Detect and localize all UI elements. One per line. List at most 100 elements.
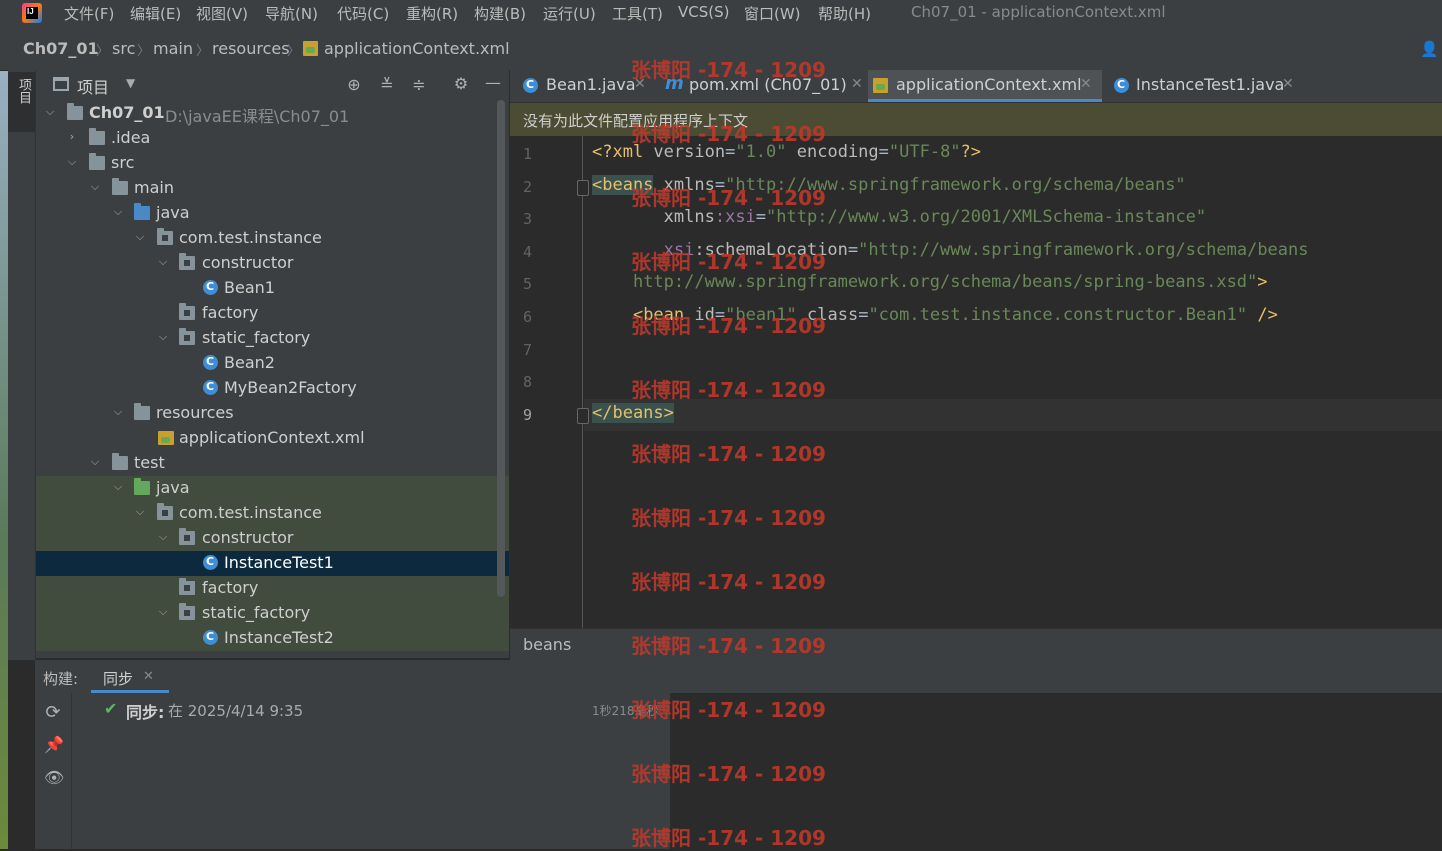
chevron-down-icon[interactable]: ⌵ — [89, 456, 101, 468]
close-icon[interactable]: ✕ — [1080, 76, 1092, 92]
menu-run[interactable]: 运行(U) — [543, 3, 596, 24]
build-output[interactable] — [670, 693, 1442, 849]
tree-item-mybean2factory[interactable]: MyBean2Factory — [36, 376, 509, 401]
tree-item-test-static-factory[interactable]: ⌵ static_factory — [36, 601, 509, 626]
tab-label: applicationContext.xml — [896, 75, 1082, 94]
editor-tab-bar: Bean1.java ✕ m pom.xml (Ch07_01) ✕ appli… — [510, 70, 1442, 103]
tool-window-strip: 项目 — [8, 70, 36, 660]
menu-navigate[interactable]: 导航(N) — [265, 3, 318, 24]
tree-item-main-static-factory[interactable]: ⌵ static_factory — [36, 326, 509, 351]
chevron-down-icon[interactable]: ⌵ — [112, 406, 124, 418]
tree-item-main[interactable]: ⌵ main — [36, 176, 509, 201]
breadcrumb-file[interactable]: applicationContext.xml — [324, 39, 510, 58]
project-tool-tab[interactable]: 项目 — [8, 72, 35, 132]
tab-sync[interactable]: 同步 ✕ — [91, 660, 169, 693]
tree-item-test[interactable]: ⌵ test — [36, 451, 509, 476]
chevron-down-icon[interactable]: ⌵ — [157, 256, 169, 268]
code-token: xmlns — [663, 207, 715, 228]
chevron-right-icon[interactable]: › — [66, 131, 78, 143]
close-icon[interactable]: ✕ — [634, 76, 646, 92]
refresh-icon[interactable]: ⟳ — [44, 704, 62, 722]
tree-item-main-constructor[interactable]: ⌵ constructor — [36, 251, 509, 276]
package-icon — [157, 503, 173, 520]
chevron-down-icon[interactable]: ⌵ — [112, 206, 124, 218]
code-token: encoding — [786, 142, 879, 162]
chevron-down-icon[interactable]: ⌵ — [112, 481, 124, 493]
code-token: "http://www.w3.org/2001/XMLSchema-instan… — [766, 207, 1207, 228]
menu-edit[interactable]: 编辑(E) — [130, 3, 181, 24]
chevron-down-icon[interactable]: ⌵ — [157, 331, 169, 343]
editor-breadcrumb-item[interactable]: beans — [523, 635, 571, 654]
locate-icon[interactable]: ⊕ — [345, 76, 363, 94]
menu-vcs[interactable]: VCS(S) — [678, 3, 729, 21]
tree-item-project-root[interactable]: ⌵ Ch07_01 D:\javaEE课程\Ch07_01 — [36, 101, 509, 126]
eye-icon[interactable]: 👁 — [44, 769, 64, 787]
menu-tools[interactable]: 工具(T) — [612, 3, 663, 24]
tree-item-label: .idea — [111, 128, 151, 147]
tab-application-context[interactable]: applicationContext.xml ✕ — [868, 70, 1102, 102]
fold-icon[interactable] — [577, 408, 589, 424]
menu-help[interactable]: 帮助(H) — [818, 3, 871, 24]
folder-icon — [112, 178, 128, 195]
close-icon[interactable]: ✕ — [1282, 76, 1294, 92]
tree-item-test-constructor[interactable]: ⌵ constructor — [36, 526, 509, 551]
chevron-down-icon[interactable]: ⌵ — [66, 156, 78, 168]
chevron-down-icon[interactable]: ⌵ — [134, 231, 146, 243]
chevron-down-icon[interactable]: ⌵ — [44, 106, 56, 118]
chevron-down-icon[interactable]: ⌵ — [134, 506, 146, 518]
pin-icon[interactable]: 📌 — [44, 736, 64, 754]
tree-item-src[interactable]: ⌵ src — [36, 151, 509, 176]
tab-pom-xml[interactable]: m pom.xml (Ch07_01) ✕ — [655, 70, 867, 102]
tree-item-test-factory[interactable]: factory — [36, 576, 509, 601]
expand-all-icon[interactable]: ≚ — [378, 76, 396, 94]
gear-icon[interactable]: ⚙ — [452, 75, 470, 93]
line-number: 9 — [522, 405, 532, 424]
menu-window[interactable]: 窗口(W) — [744, 3, 801, 24]
menu-view[interactable]: 视图(V) — [196, 3, 248, 24]
tree-item-main-java[interactable]: ⌵ java — [36, 201, 509, 226]
line-number: 4 — [522, 242, 532, 261]
line-number: 1 — [522, 145, 532, 163]
tree-item-idea[interactable]: › .idea — [36, 126, 509, 151]
project-panel-title[interactable]: 项目 — [77, 74, 109, 98]
chevron-down-icon[interactable]: ⌵ — [157, 606, 169, 618]
project-scrollbar[interactable] — [497, 100, 505, 597]
tree-item-bean2[interactable]: Bean2 — [36, 351, 509, 376]
code-token: = — [858, 305, 869, 325]
close-icon[interactable]: ✕ — [143, 669, 154, 684]
tree-item-label: java — [156, 203, 190, 222]
line-number: 6 — [522, 308, 532, 326]
chevron-right-icon: 〉 — [287, 44, 301, 59]
tree-item-instancetest2[interactable]: InstanceTest2 — [36, 626, 509, 651]
collapse-all-icon[interactable]: ≑ — [410, 76, 428, 94]
breadcrumb-project[interactable]: Ch07_01 — [23, 39, 99, 58]
close-icon[interactable]: ✕ — [851, 76, 863, 92]
tree-item-resources[interactable]: ⌵ resources — [36, 401, 509, 426]
tree-item-application-context[interactable]: applicationContext.xml — [36, 426, 509, 451]
breadcrumb-resources[interactable]: resources — [212, 39, 290, 58]
tree-item-instancetest1[interactable]: InstanceTest1 — [36, 551, 509, 576]
code-token: "http://www.springframework.org/schema/b… — [725, 174, 1186, 195]
menu-file[interactable]: 文件(F) — [64, 3, 114, 24]
menu-refactor[interactable]: 重构(R) — [406, 3, 458, 24]
tab-instancetest1[interactable]: InstanceTest1.java ✕ — [1104, 70, 1304, 102]
tree-item-label: InstanceTest1 — [224, 553, 334, 572]
build-status-row[interactable]: ✔ 同步: 在 2025/4/14 9:35 1秒218毫秒 — [72, 696, 670, 722]
dropdown-arrow-icon[interactable]: ▼ — [126, 76, 135, 90]
tree-item-main-package[interactable]: ⌵ com.test.instance — [36, 226, 509, 251]
menu-code[interactable]: 代码(C) — [337, 3, 389, 24]
menu-build[interactable]: 构建(B) — [474, 3, 526, 24]
breadcrumb-main[interactable]: main — [153, 39, 193, 58]
user-icon[interactable]: 👤 — [1420, 40, 1439, 58]
fold-icon[interactable] — [577, 180, 589, 196]
tab-bean1-java[interactable]: Bean1.java ✕ — [510, 70, 654, 102]
tree-item-test-java[interactable]: ⌵ java — [36, 476, 509, 501]
minimize-icon[interactable]: — — [484, 74, 502, 92]
code-editor[interactable]: 123456789 <?xml version="1.0" encoding="… — [510, 136, 1442, 628]
breadcrumb-src[interactable]: src — [112, 39, 135, 58]
tree-item-test-package[interactable]: ⌵ com.test.instance — [36, 501, 509, 526]
chevron-down-icon[interactable]: ⌵ — [89, 181, 101, 193]
tree-item-bean1[interactable]: Bean1 — [36, 276, 509, 301]
chevron-down-icon[interactable]: ⌵ — [157, 531, 169, 543]
tree-item-main-factory[interactable]: factory — [36, 301, 509, 326]
